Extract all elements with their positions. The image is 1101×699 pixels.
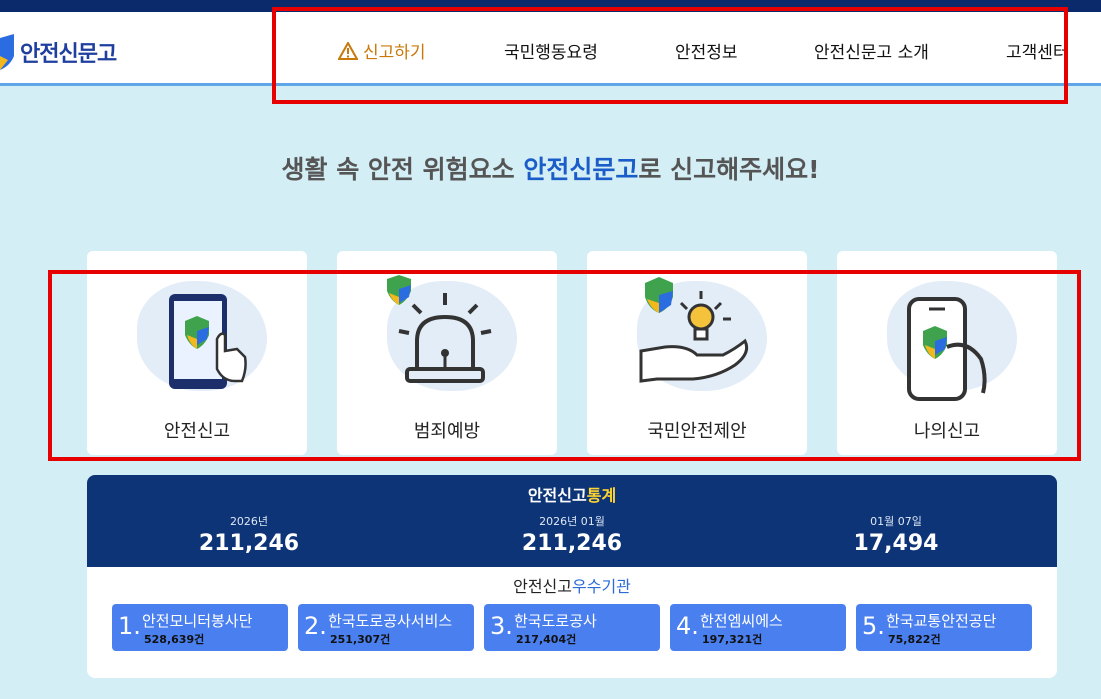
stat-value: 211,246 [521, 531, 623, 556]
agency-button-1[interactable]: 1. 안전모니터봉사단 528,639건 [112, 604, 288, 651]
agency-name: 한국도로공사서비스 [328, 612, 453, 630]
agency-button-4[interactable]: 4. 한전엠씨에스 197,321건 [670, 604, 846, 651]
stat-period: 2026년 01월 [539, 515, 605, 528]
logo-text: 안전신문고 [20, 42, 117, 67]
report-statistics-panel: 안전신고통계 2026년 211,246 2026년 01월 211,246 0… [87, 475, 1057, 567]
headline-suffix: 로 신고해주세요! [638, 155, 820, 184]
stats-title: 안전신고통계 [87, 482, 1057, 506]
agency-rank: 2. [304, 612, 327, 640]
agency-name: 한전엠씨에스 [700, 612, 783, 630]
agency-count: 217,404건 [516, 633, 577, 646]
agency-button-3[interactable]: 3. 한국도로공사 217,404건 [484, 604, 660, 651]
agencies-title: 안전신고우수기관 [87, 573, 1057, 597]
top-agencies-panel: 안전신고우수기관 1. 안전모니터봉사단 528,639건 2. 한국도로공사서… [87, 567, 1057, 678]
headline-prefix: 생활 속 안전 위험요소 [281, 155, 524, 184]
agency-rank: 1. [118, 612, 141, 640]
agency-rank: 4. [676, 612, 699, 640]
agencies-title-dark: 안전신고 [513, 577, 572, 596]
stat-value: 211,246 [198, 531, 300, 556]
nav-highlight-box [272, 7, 1068, 104]
shield-logo-icon [0, 34, 14, 70]
stat-period: 01월 07일 [870, 515, 922, 528]
stat-month: 2026년 01월 211,246 [462, 513, 682, 556]
stat-value: 17,494 [853, 531, 939, 556]
page-headline: 생활 속 안전 위험요소 안전신문고로 신고해주세요! [0, 150, 1101, 186]
agency-count: 75,822건 [888, 633, 941, 646]
agencies-title-blue: 우수기관 [572, 577, 631, 596]
agency-name: 한국교통안전공단 [886, 612, 997, 630]
headline-highlight: 안전신문고 [523, 155, 639, 184]
agency-count: 528,639건 [144, 633, 205, 646]
stat-period: 2026년 [229, 515, 269, 528]
site-logo[interactable]: 안전신문고 [0, 34, 117, 70]
agency-count: 197,321건 [702, 633, 763, 646]
service-cards-highlight-box [48, 270, 1081, 461]
stats-title-white: 안전신고 [527, 486, 587, 505]
agency-name: 한국도로공사 [514, 612, 597, 630]
agency-button-2[interactable]: 2. 한국도로공사서비스 251,307건 [298, 604, 474, 651]
agency-name: 안전모니터봉사단 [142, 612, 253, 630]
stats-title-yellow: 통계 [586, 486, 617, 505]
agency-rank: 3. [490, 612, 513, 640]
stat-year: 2026년 211,246 [139, 513, 359, 556]
agency-button-5[interactable]: 5. 한국교통안전공단 75,822건 [856, 604, 1032, 651]
agency-count: 251,307건 [330, 633, 391, 646]
stat-day: 01월 07일 17,494 [786, 513, 1006, 556]
agency-rank: 5. [862, 612, 885, 640]
